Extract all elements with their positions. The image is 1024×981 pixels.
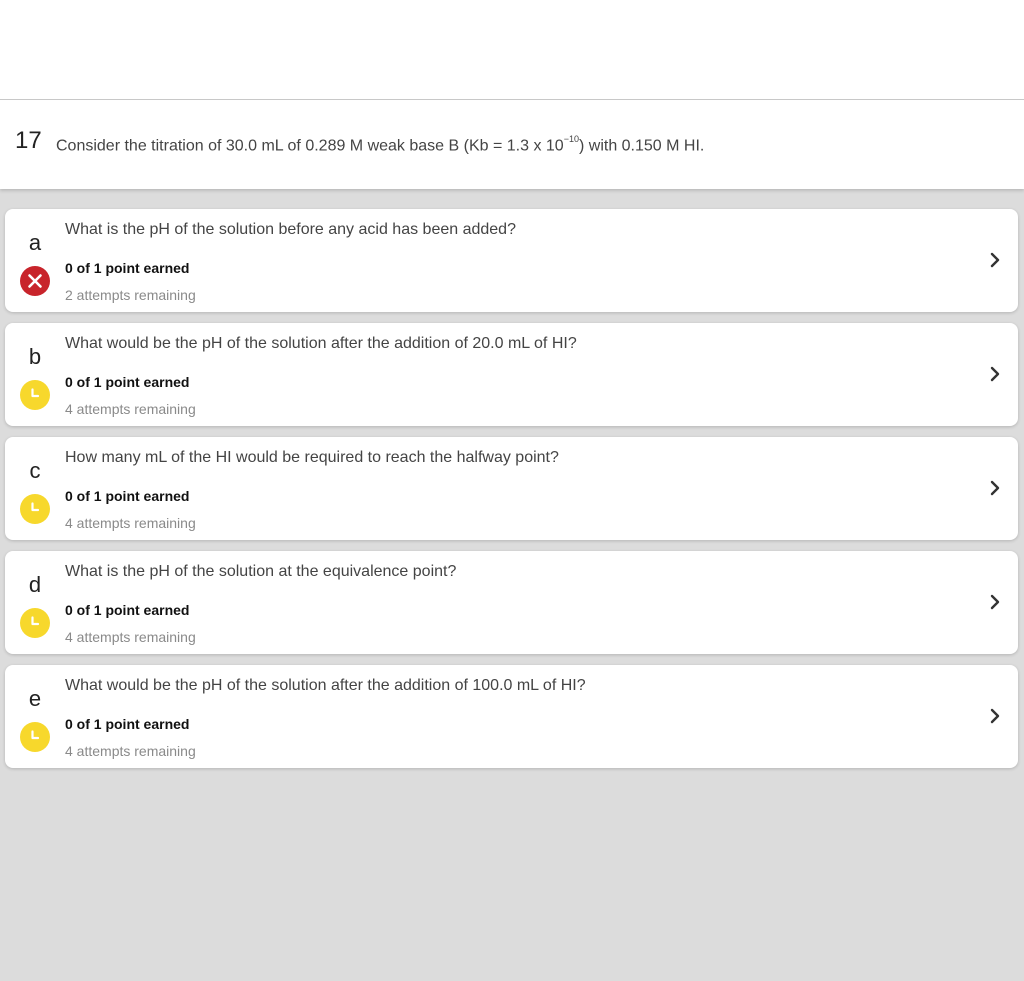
question-number: 17	[15, 127, 42, 154]
chevron-right-icon[interactable]	[986, 364, 1004, 384]
attempts-remaining: 4 attempts remaining	[65, 515, 196, 531]
part-question-text: What is the pH of the solution at the eq…	[65, 563, 457, 580]
question-part-e[interactable]: e What would be the pH of the solution a…	[5, 665, 1018, 768]
part-question-text: How many mL of the HI would be required …	[65, 449, 559, 466]
part-question-text: What is the pH of the solution before an…	[65, 221, 516, 238]
part-letter: a	[28, 230, 42, 255]
question-text-main: Consider the titration of 30.0 mL of 0.2…	[56, 137, 564, 155]
clock-icon	[20, 494, 50, 524]
question-parts-list: a What is the pH of the solution before …	[5, 209, 1018, 779]
points-earned: 0 of 1 point earned	[65, 602, 190, 618]
question-text: Consider the titration of 30.0 mL of 0.2…	[56, 134, 705, 155]
points-earned: 0 of 1 point earned	[65, 488, 190, 504]
part-letter: d	[28, 572, 42, 597]
attempts-remaining: 4 attempts remaining	[65, 401, 196, 417]
points-earned: 0 of 1 point earned	[65, 716, 190, 732]
points-earned: 0 of 1 point earned	[65, 260, 190, 276]
x-icon	[20, 266, 50, 296]
chevron-right-icon[interactable]	[986, 250, 1004, 270]
clock-icon	[20, 608, 50, 638]
question-part-a[interactable]: a What is the pH of the solution before …	[5, 209, 1018, 312]
chevron-right-icon[interactable]	[986, 478, 1004, 498]
chevron-right-icon[interactable]	[986, 592, 1004, 612]
clock-icon	[20, 380, 50, 410]
question-part-b[interactable]: b What would be the pH of the solution a…	[5, 323, 1018, 426]
question-part-c[interactable]: c How many mL of the HI would be require…	[5, 437, 1018, 540]
question-part-d[interactable]: d What is the pH of the solution at the …	[5, 551, 1018, 654]
clock-icon	[20, 722, 50, 752]
part-letter: b	[28, 344, 42, 369]
attempts-remaining: 4 attempts remaining	[65, 743, 196, 759]
part-letter: e	[28, 686, 42, 711]
part-question-text: What would be the pH of the solution aft…	[65, 677, 586, 694]
question-text-tail: ) with 0.150 M HI.	[578, 137, 705, 155]
part-question-text: What would be the pH of the solution aft…	[65, 335, 577, 352]
question-header: 17 Consider the titration of 30.0 mL of …	[0, 100, 1024, 189]
part-letter: c	[29, 458, 41, 483]
points-earned: 0 of 1 point earned	[65, 374, 190, 390]
top-bar	[0, 0, 1024, 100]
attempts-remaining: 2 attempts remaining	[65, 287, 196, 303]
question-text-exponent: −10	[563, 134, 579, 144]
attempts-remaining: 4 attempts remaining	[65, 629, 196, 645]
chevron-right-icon[interactable]	[986, 706, 1004, 726]
